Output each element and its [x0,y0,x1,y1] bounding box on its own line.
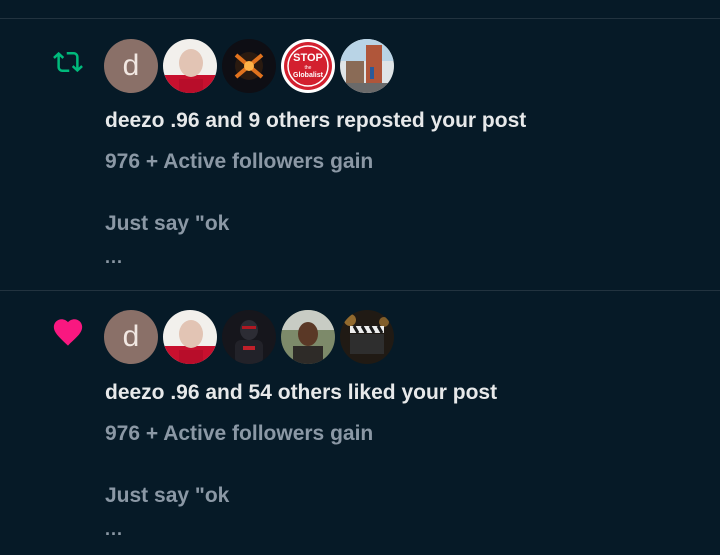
avatar-dark-logo[interactable] [222,39,276,93]
avatar-dark-figure[interactable] [222,310,276,364]
avatar-letter: d [122,49,140,82]
notifications-page: d STOP the Globalist deezo .96 and 9 oth… [0,0,720,555]
avatar-letter-d[interactable]: d [104,39,158,93]
post-ellipsis: ... [105,519,124,539]
avatar-letter: d [122,320,140,353]
avatar-stop-globalist-sign[interactable]: STOP the Globalist [281,39,335,93]
notification-headline: deezo .96 and 54 others liked your post [105,381,498,404]
avatar-man-photo[interactable] [163,39,217,93]
avatar-clapperboard[interactable] [340,310,394,364]
post-ellipsis: ... [105,247,124,267]
post-snippet: Just say "ok [105,212,230,235]
notification-subtext: 976 + Active followers gain [105,422,374,445]
avatar-street-photo[interactable] [340,39,394,93]
avatar-man-outdoor[interactable] [281,310,335,364]
notification-like[interactable]: d deezo .96 and 54 others liked your pos… [0,291,720,555]
notification-repost[interactable]: d STOP the Globalist deezo .96 and 9 oth… [0,19,720,290]
post-snippet: Just say "ok [105,484,230,507]
notification-subtext: 976 + Active followers gain [105,150,374,173]
repost-icon [46,40,90,84]
notification-headline: deezo .96 and 9 others reposted your pos… [105,109,527,132]
avatar-man-photo[interactable] [163,310,217,364]
stop-sign-bottom-text: Globalist [293,72,324,79]
stop-sign-text: STOP [293,52,323,64]
avatar-letter-d[interactable]: d [104,310,158,364]
stop-sign-subtext: the [305,65,312,71]
heart-icon [46,310,90,354]
